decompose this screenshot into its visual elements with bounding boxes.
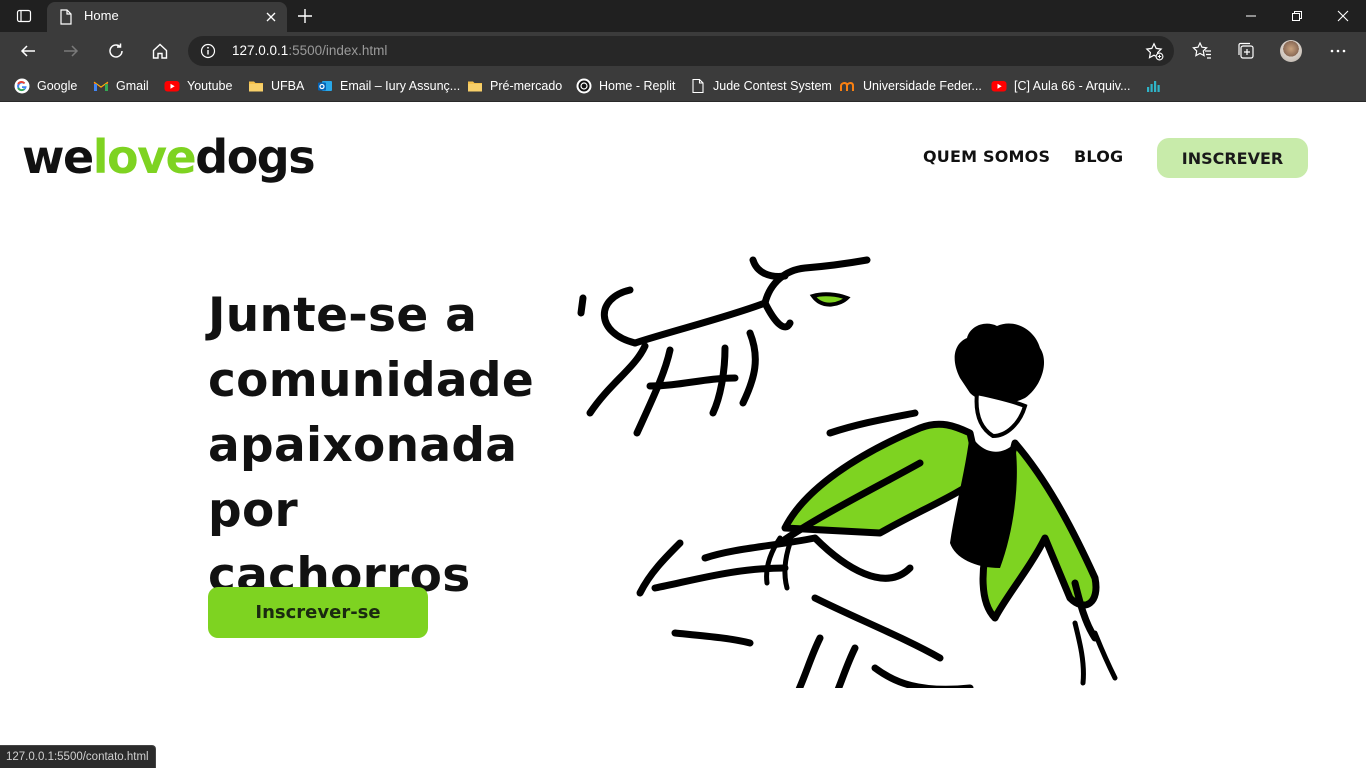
youtube-icon — [164, 78, 180, 94]
url-text[interactable]: 127.0.0.1:5500/index.html — [232, 43, 387, 58]
outlook-icon — [317, 78, 333, 94]
collections-icon[interactable] — [1234, 39, 1258, 63]
dog-tongue — [809, 292, 851, 307]
browser-titlebar: Home — [0, 0, 1366, 32]
tab-title: Home — [84, 8, 119, 23]
logo-we: we — [22, 130, 94, 184]
add-favorite-icon[interactable] — [1145, 42, 1164, 61]
site-info-icon[interactable] — [200, 43, 216, 59]
dog-and-person-illustration — [577, 256, 1118, 688]
folder-icon — [467, 78, 483, 94]
url-path: :5500/index.html — [288, 43, 388, 58]
address-bar[interactable]: 127.0.0.1:5500/index.html — [188, 36, 1174, 66]
dog-figure — [577, 256, 871, 437]
bookmark-jude[interactable]: Jude Contest System — [690, 76, 832, 96]
bookmark-gmail[interactable]: Gmail — [93, 76, 149, 96]
chart-icon — [1145, 78, 1161, 94]
bookmark-email[interactable]: Email – Iury Assunç... — [317, 76, 460, 96]
hero-signup-button[interactable]: Inscrever-se — [208, 587, 428, 638]
page-icon — [690, 78, 706, 94]
bookmark-label: Universidade Feder... — [863, 79, 982, 93]
new-tab-icon[interactable] — [294, 5, 316, 27]
browser-tab-home[interactable]: Home — [47, 2, 287, 32]
forward-icon[interactable] — [58, 38, 84, 64]
bookmark-ufba[interactable]: UFBA — [248, 76, 304, 96]
logo-dogs: dogs — [195, 130, 315, 184]
bookmark-label: Gmail — [116, 79, 149, 93]
web-page: welovedogs QUEM SOMOS BLOG INSCREVER Jun… — [0, 103, 1366, 768]
bookmark-analytics[interactable] — [1145, 76, 1168, 96]
tab-actions-icon[interactable] — [10, 6, 38, 26]
moodle-icon — [840, 78, 856, 94]
replit-icon — [576, 78, 592, 94]
more-options-icon[interactable] — [1326, 39, 1350, 63]
bookmark-label: Home - Replit — [599, 79, 676, 93]
minimize-icon[interactable] — [1228, 0, 1274, 32]
bookmark-google[interactable]: Google — [14, 76, 77, 96]
person-hair — [954, 323, 1045, 404]
site-logo[interactable]: welovedogs — [22, 127, 316, 187]
bookmark-label: UFBA — [271, 79, 305, 93]
browser-toolbar: 127.0.0.1:5500/index.html — [0, 32, 1366, 70]
youtube-icon — [991, 78, 1007, 94]
bookmark-replit[interactable]: Home - Replit — [576, 76, 675, 96]
bookmark-label: Jude Contest System — [713, 79, 832, 93]
back-icon[interactable] — [15, 38, 41, 64]
page-icon — [60, 9, 72, 25]
bookmark-youtube[interactable]: Youtube — [164, 76, 232, 96]
person-jacket-left — [781, 420, 984, 537]
close-window-icon[interactable] — [1320, 0, 1366, 32]
bookmark-universidade[interactable]: Universidade Feder... — [840, 76, 982, 96]
bookmark-label: Email – Iury Assunç... — [340, 79, 461, 93]
bookmark-label: [C] Aula 66 - Arquiv... — [1014, 79, 1131, 93]
bookmark-pre-mercado[interactable]: Pré-mercado — [467, 76, 562, 96]
google-icon — [14, 78, 30, 94]
refresh-icon[interactable] — [103, 38, 129, 64]
bookmark-aula[interactable]: [C] Aula 66 - Arquiv... — [991, 76, 1131, 96]
home-icon[interactable] — [147, 38, 173, 64]
nav-inscrever-button[interactable]: INSCREVER — [1157, 138, 1308, 178]
url-host: 127.0.0.1 — [232, 43, 289, 58]
bookmark-label: Google — [37, 79, 78, 93]
bookmarks-bar: Google Gmail Youtube UFBA Email – Iury A… — [0, 70, 1366, 102]
favorites-icon[interactable] — [1190, 39, 1214, 63]
bookmark-label: Youtube — [187, 79, 233, 93]
close-tab-icon[interactable] — [263, 9, 279, 25]
gmail-icon — [93, 78, 109, 94]
restore-icon[interactable] — [1274, 0, 1320, 32]
nav-quem-somos-link[interactable]: QUEM SOMOS — [923, 147, 1050, 166]
status-bar-url: 127.0.0.1:5500/contato.html — [0, 745, 156, 768]
folder-icon — [248, 78, 264, 94]
profile-avatar[interactable] — [1280, 40, 1302, 62]
hero-title: Junte-se a comunidade apaixonada por cac… — [208, 288, 535, 603]
nav-blog-link[interactable]: BLOG — [1074, 147, 1123, 166]
logo-love: love — [92, 130, 197, 184]
bookmark-label: Pré-mercado — [490, 79, 563, 93]
